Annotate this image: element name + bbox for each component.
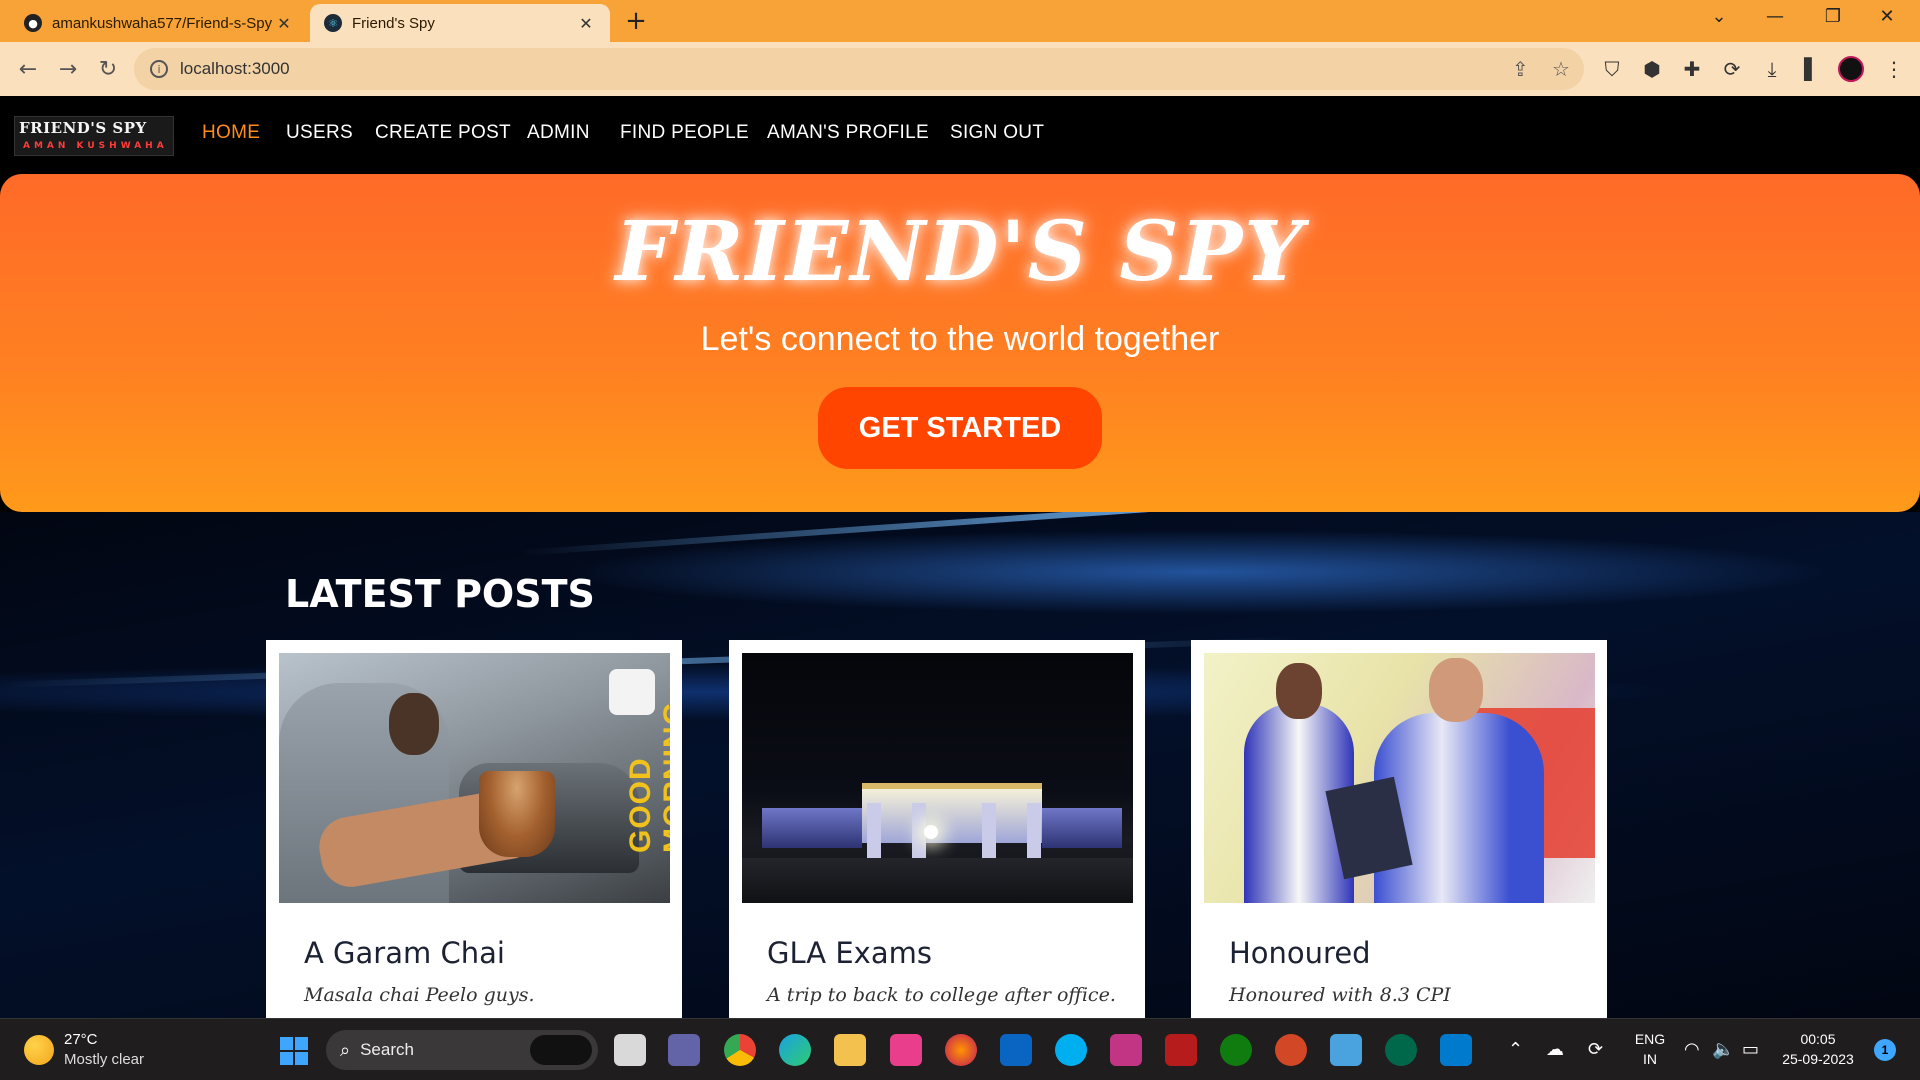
- file-explorer-icon[interactable]: [834, 1034, 866, 1066]
- language-region[interactable]: IN: [1630, 1051, 1670, 1067]
- xbox-icon[interactable]: [1220, 1034, 1252, 1066]
- notification-badge[interactable]: 1: [1874, 1039, 1896, 1061]
- edge-icon[interactable]: [779, 1034, 811, 1066]
- bookmark-star-icon[interactable]: ☆: [1552, 57, 1570, 81]
- post-image: [742, 653, 1133, 903]
- language-indicator[interactable]: ENG: [1630, 1031, 1670, 1047]
- vscode-icon[interactable]: [1440, 1034, 1472, 1066]
- onedrive-icon[interactable]: ☁: [1546, 1039, 1564, 1060]
- site-navbar: FRIEND'S SPY AMAN KUSHWAHA HOME USERS CR…: [0, 96, 1920, 174]
- post-title: GLA Exams: [767, 936, 932, 970]
- url-text: localhost:3000: [180, 59, 290, 78]
- wondershare-icon[interactable]: [1110, 1034, 1142, 1066]
- logo-title: FRIEND'S SPY: [19, 119, 147, 137]
- browser-tab-friends-spy[interactable]: ⚛ Friend's Spy ✕: [310, 4, 610, 42]
- post-card[interactable]: GLA Exams A trip to back to college afte…: [729, 640, 1145, 1018]
- nav-sign-out[interactable]: SIGN OUT: [950, 122, 1044, 144]
- powerpoint-icon[interactable]: [1275, 1034, 1307, 1066]
- react-icon: ⚛: [324, 14, 342, 32]
- post-title: Honoured: [1229, 936, 1371, 970]
- search-label: Search: [360, 1040, 414, 1059]
- reload-button[interactable]: ↻: [92, 53, 124, 85]
- latest-posts-section: LATEST POSTS GOOD MORNING A Garam Chai M…: [0, 512, 1920, 1018]
- windows-start-icon[interactable]: [280, 1037, 308, 1065]
- post-image: [1204, 653, 1595, 903]
- background-light-streak: [519, 512, 1917, 556]
- get-started-button[interactable]: GET STARTED: [818, 387, 1102, 469]
- share-icon[interactable]: ⇪: [1512, 57, 1529, 81]
- back-button[interactable]: ←: [12, 53, 44, 85]
- weather-temp[interactable]: 27°C: [64, 1031, 98, 1048]
- hero-banner: FRIEND'S SPY Let's connect to the world …: [0, 174, 1920, 512]
- clock-time[interactable]: 00:05: [1778, 1031, 1858, 1047]
- nav-create-post[interactable]: CREATE POST: [375, 122, 511, 144]
- nav-admin[interactable]: ADMIN: [527, 122, 590, 144]
- logo-subtitle: AMAN KUSHWAHA: [23, 141, 168, 151]
- shield-extension-icon[interactable]: ⛉: [1598, 55, 1626, 83]
- image-overlay-text: GOOD MORNING: [624, 701, 670, 853]
- profile-avatar[interactable]: [1838, 56, 1864, 82]
- post-card[interactable]: Honoured Honoured with 8.3 CPI: [1191, 640, 1607, 1018]
- nav-find-people[interactable]: FIND PEOPLE: [620, 122, 749, 144]
- search-icon: ⌕: [340, 1039, 351, 1061]
- minimize-button[interactable]: —: [1750, 6, 1800, 27]
- wifi-icon[interactable]: ◠: [1684, 1039, 1700, 1060]
- hero-title: FRIEND'S SPY: [615, 204, 1305, 300]
- firefox-icon[interactable]: [945, 1034, 977, 1066]
- tab-search-chevron-icon[interactable]: ⌄: [1694, 6, 1744, 27]
- teams-icon[interactable]: [668, 1034, 700, 1066]
- search-highlight-icon: [530, 1035, 592, 1065]
- chrome-icon[interactable]: [724, 1034, 756, 1066]
- forward-button[interactable]: →: [52, 53, 84, 85]
- chevron-up-icon[interactable]: ⌃: [1508, 1039, 1523, 1060]
- app-icon[interactable]: [890, 1034, 922, 1066]
- outlook-icon[interactable]: [1000, 1034, 1032, 1066]
- skype-icon[interactable]: [1055, 1034, 1087, 1066]
- post-description: Masala chai Peelo guys.: [304, 984, 535, 1006]
- post-title: A Garam Chai: [304, 936, 505, 970]
- restore-button[interactable]: ❐: [1808, 6, 1858, 27]
- post-image: GOOD MORNING: [279, 653, 670, 903]
- nav-home[interactable]: HOME: [202, 122, 260, 144]
- post-description: A trip to back to college after office.: [767, 984, 1116, 1006]
- battery-icon[interactable]: ▭: [1742, 1039, 1759, 1060]
- weather-moon-icon[interactable]: [24, 1035, 54, 1065]
- browser-tab-github[interactable]: ● amankushwaha577/Friend-s-Spy ✕: [10, 4, 308, 42]
- menu-kebab-icon[interactable]: ⋮: [1880, 55, 1908, 83]
- new-tab-button[interactable]: +: [624, 6, 648, 36]
- mongodb-icon[interactable]: [1385, 1034, 1417, 1066]
- address-bar[interactable]: i localhost:3000 ⇪ ☆: [134, 48, 1584, 90]
- notepad-icon[interactable]: [1330, 1034, 1362, 1066]
- close-window-button[interactable]: ✕: [1862, 6, 1912, 27]
- site-logo[interactable]: FRIEND'S SPY AMAN KUSHWAHA: [14, 116, 174, 156]
- hero-subtitle: Let's connect to the world together: [700, 320, 1220, 358]
- nav-users[interactable]: USERS: [286, 122, 353, 144]
- github-icon: ●: [24, 14, 42, 32]
- sync-icon[interactable]: ⟳: [1588, 1039, 1603, 1060]
- puzzle-extensions-icon[interactable]: ✚: [1678, 55, 1706, 83]
- sync-extension-icon[interactable]: ⟳: [1718, 55, 1746, 83]
- download-icon[interactable]: ⤓: [1758, 55, 1786, 83]
- site-info-icon[interactable]: i: [150, 60, 168, 78]
- task-view-icon[interactable]: [614, 1034, 646, 1066]
- side-panel-icon[interactable]: ▌: [1798, 55, 1826, 83]
- section-heading: LATEST POSTS: [285, 572, 595, 616]
- app-icon[interactable]: [1165, 1034, 1197, 1066]
- post-card[interactable]: GOOD MORNING A Garam Chai Masala chai Pe…: [266, 640, 682, 1018]
- nav-profile[interactable]: AMAN'S PROFILE: [767, 122, 929, 144]
- close-tab-icon[interactable]: ✕: [576, 14, 596, 33]
- post-description: Honoured with 8.3 CPI: [1229, 984, 1451, 1006]
- volume-icon[interactable]: 🔈: [1712, 1039, 1734, 1060]
- cube-extension-icon[interactable]: ⬢: [1638, 55, 1666, 83]
- windows-taskbar: 27°C Mostly clear ⌕ Search ⌃ ☁ ⟳ ENG IN …: [0, 1018, 1920, 1080]
- address-toolbar: ← → ↻ i localhost:3000 ⇪ ☆ ⛉ ⬢ ✚ ⟳ ⤓ ▌ ⋮: [0, 42, 1920, 96]
- clock-date[interactable]: 25-09-2023: [1778, 1051, 1858, 1067]
- taskbar-search[interactable]: ⌕ Search: [326, 1030, 598, 1070]
- tab-title: Friend's Spy: [352, 14, 435, 32]
- close-tab-icon[interactable]: ✕: [274, 14, 294, 33]
- weather-desc[interactable]: Mostly clear: [64, 1051, 144, 1068]
- tab-title: amankushwaha577/Friend-s-Spy: [52, 14, 273, 32]
- browser-tab-strip: ● amankushwaha577/Friend-s-Spy ✕ ⚛ Frien…: [0, 0, 1920, 42]
